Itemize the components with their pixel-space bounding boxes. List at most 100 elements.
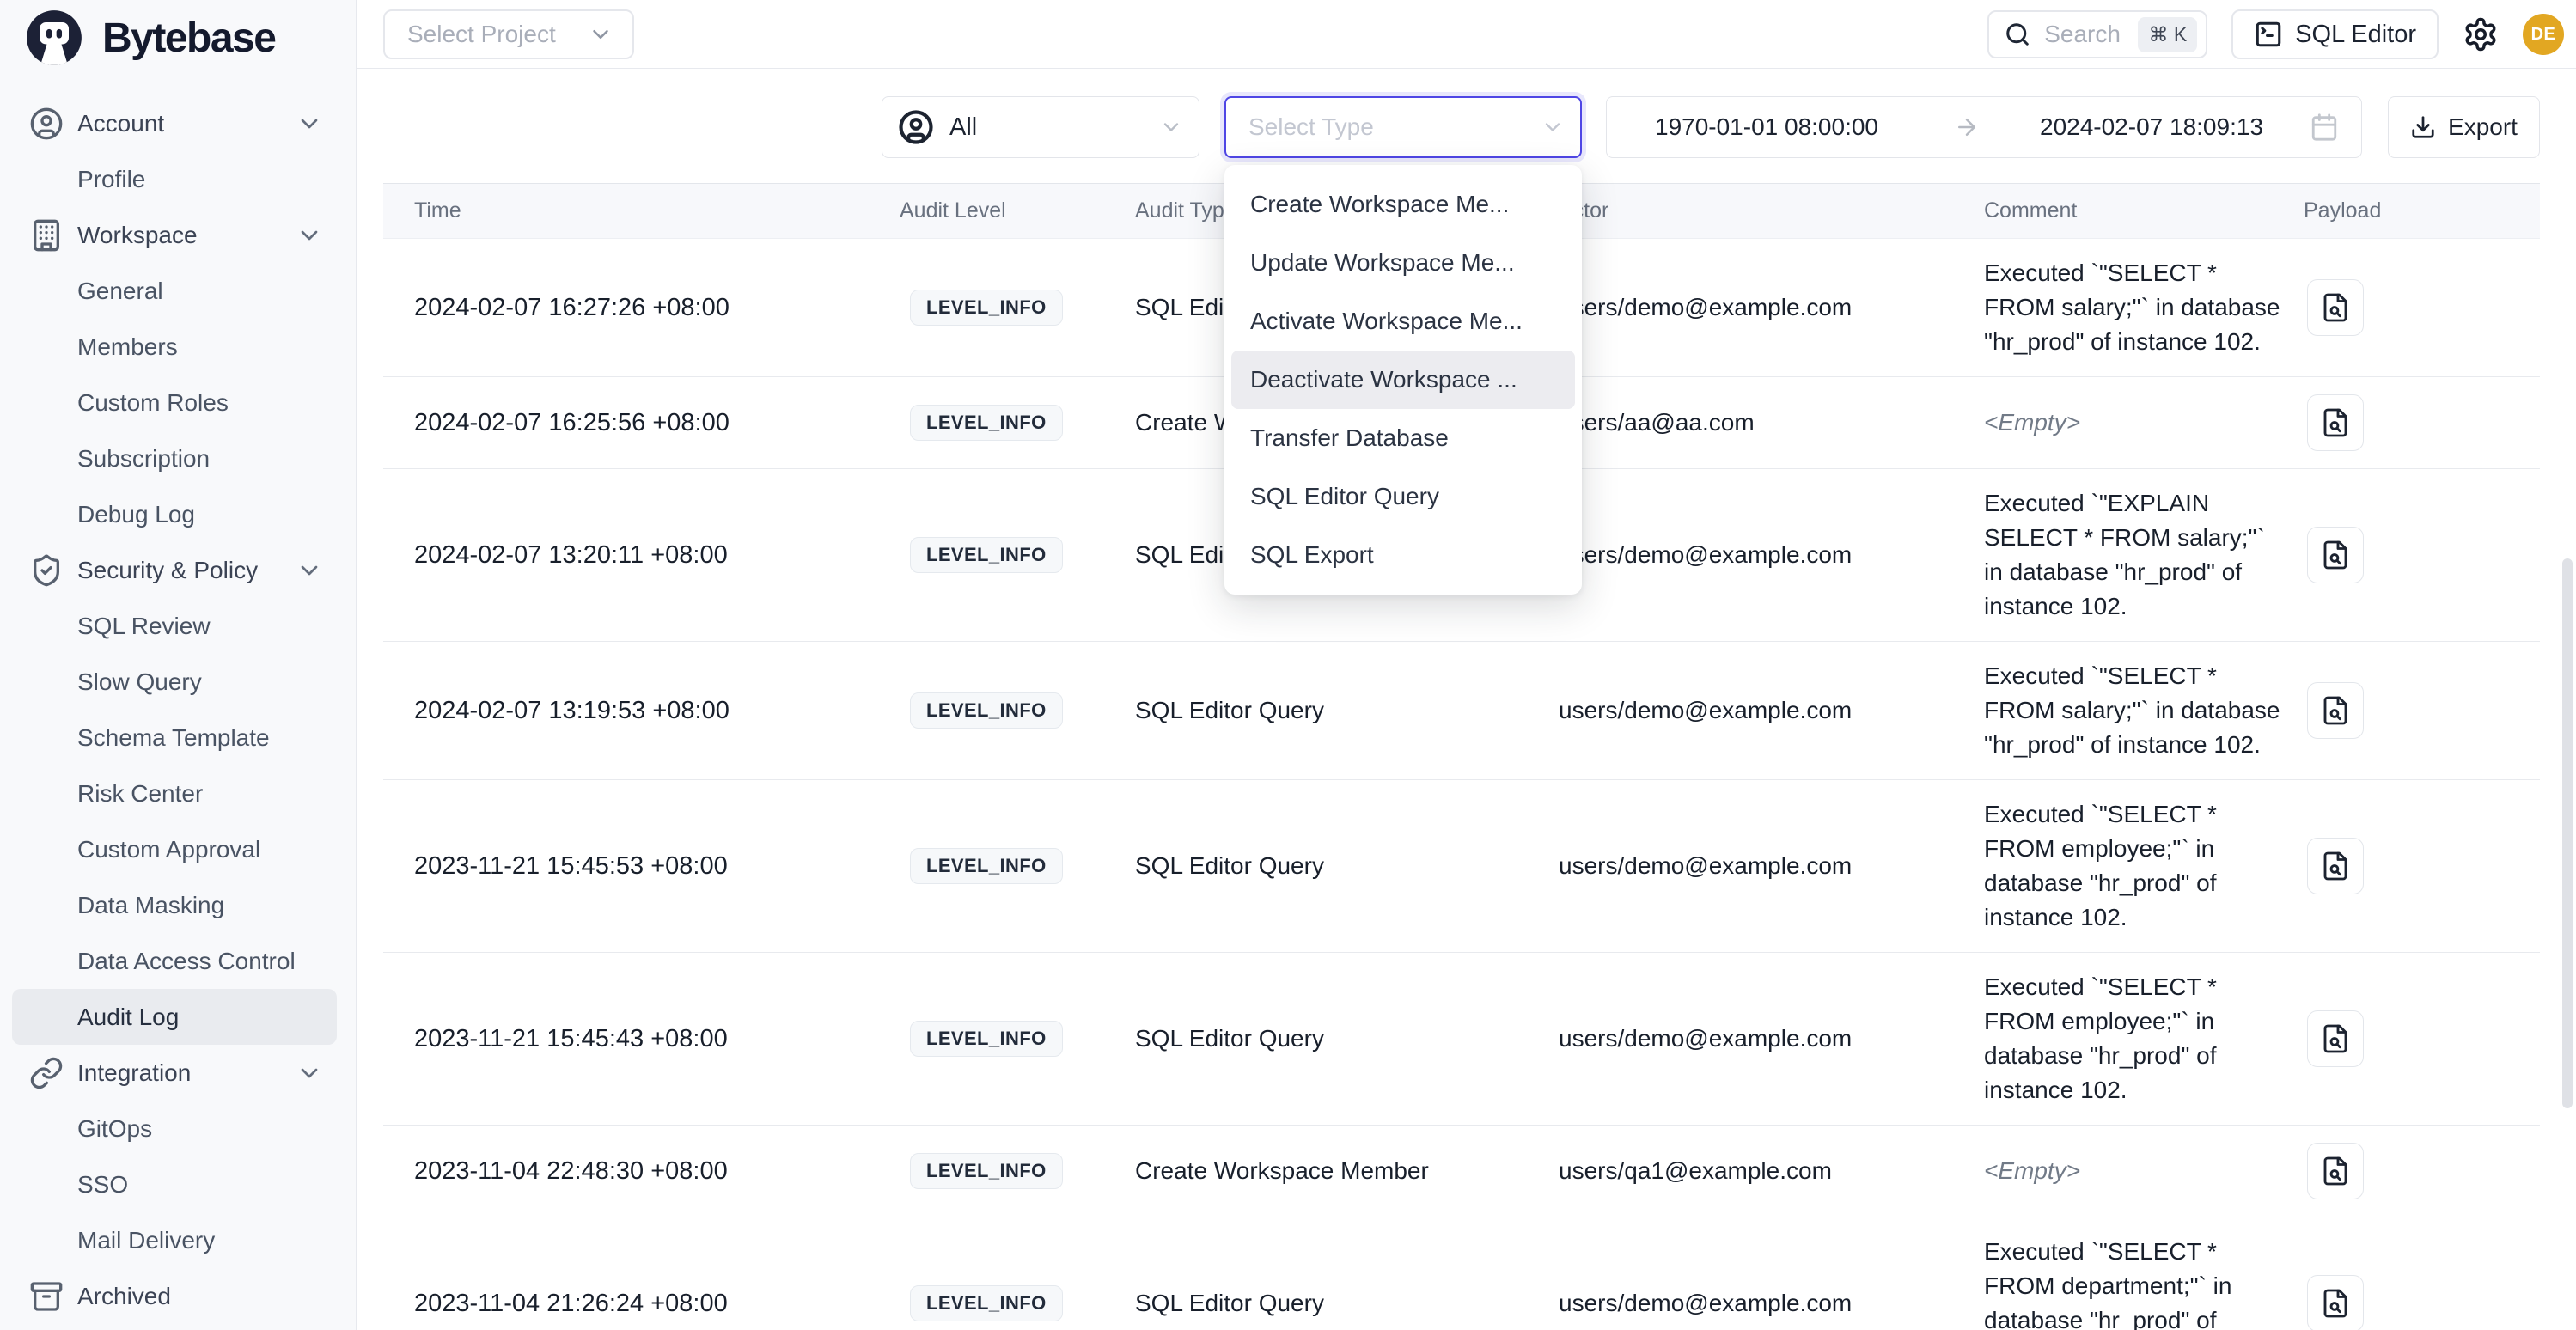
sidebar-item-custom-approval[interactable]: Custom Approval [0, 821, 356, 877]
sidebar-item-data-access-control[interactable]: Data Access Control [0, 933, 356, 989]
sidebar-item-sso[interactable]: SSO [0, 1156, 356, 1212]
audit-time: 2023-11-21 15:45:43 +08:00 [383, 1025, 900, 1053]
table-row: 2023-11-04 21:26:24 +08:00 LEVEL_INFO SQ… [383, 1217, 2540, 1330]
sidebar-item-members[interactable]: Members [0, 319, 356, 375]
topbar-actions: Search ⌘ K SQL Editor DE [1987, 9, 2564, 59]
audit-comment: <Empty> [1984, 406, 2286, 440]
sql-editor-label: SQL Editor [2295, 21, 2416, 49]
sidebar-item-account[interactable]: Account [0, 95, 356, 151]
sidebar-item-integration[interactable]: Integration [0, 1045, 356, 1101]
audit-time: 2023-11-04 22:48:30 +08:00 [383, 1157, 900, 1186]
file-search-icon [2320, 695, 2351, 726]
member-filter-select[interactable]: All [882, 96, 1199, 158]
sidebar-item-profile[interactable]: Profile [0, 151, 356, 207]
sidebar-item-data-masking[interactable]: Data Masking [0, 877, 356, 933]
project-select-placeholder: Select Project [407, 21, 556, 48]
view-payload-button[interactable] [2307, 682, 2364, 739]
menu-item-deactivate-workspace-member[interactable]: Deactivate Workspace ... [1231, 351, 1575, 409]
audit-comment: Executed `"SELECT * FROM department;"` i… [1984, 1235, 2286, 1330]
view-payload-button[interactable] [2307, 527, 2364, 583]
audit-time: 2024-02-07 16:25:56 +08:00 [383, 409, 900, 437]
date-range-end: 2024-02-07 18:09:13 [2040, 113, 2263, 141]
sidebar-item-label: Debug Log [77, 501, 195, 528]
audit-actor: users/demo@example.com [1559, 1025, 1984, 1052]
audit-comment: Executed `"SELECT * FROM employee;"` in … [1984, 797, 2286, 935]
sidebar-item-mail-delivery[interactable]: Mail Delivery [0, 1212, 356, 1268]
sidebar-item-risk-center[interactable]: Risk Center [0, 766, 356, 821]
menu-item-transfer-database[interactable]: Transfer Database [1224, 409, 1582, 467]
sidebar-item-label: Custom Roles [77, 389, 229, 417]
sidebar-item-label: Archived [77, 1283, 171, 1310]
sidebar-item-label: Slow Query [77, 668, 202, 696]
sidebar-item-label: Account [77, 110, 164, 137]
sql-editor-button[interactable]: SQL Editor [2231, 9, 2439, 59]
audit-time: 2024-02-07 16:27:26 +08:00 [383, 294, 900, 322]
shield-check-icon [29, 553, 64, 588]
view-payload-button[interactable] [2307, 279, 2364, 336]
user-circle-icon [29, 107, 64, 141]
view-payload-button[interactable] [2307, 1143, 2364, 1199]
bytebase-app: Bytebase Account Profile Workspace Gener… [0, 0, 2576, 1330]
audit-level-badge: LEVEL_INFO [910, 1153, 1063, 1189]
sidebar-item-custom-roles[interactable]: Custom Roles [0, 375, 356, 430]
view-payload-button[interactable] [2307, 394, 2364, 451]
topbar: Select Project Search ⌘ K SQL Editor DE [357, 0, 2576, 69]
chevron-down-icon [588, 21, 613, 47]
date-range-start: 1970-01-01 08:00:00 [1655, 113, 1878, 141]
sidebar-item-archived[interactable]: Archived [0, 1268, 356, 1324]
file-search-icon [2320, 1288, 2351, 1319]
audit-actor: users/demo@example.com [1559, 697, 1984, 724]
column-header-comment: Comment [1984, 198, 2297, 223]
sidebar-item-audit-log[interactable]: Audit Log [12, 989, 337, 1045]
bytebase-logo[interactable]: Bytebase [25, 9, 275, 67]
sidebar-item-security-policy[interactable]: Security & Policy [0, 542, 356, 598]
view-payload-button[interactable] [2307, 1010, 2364, 1067]
search-icon [2005, 21, 2030, 47]
export-button[interactable]: Export [2388, 96, 2540, 158]
sidebar-item-general[interactable]: General [0, 263, 356, 319]
audit-level-badge: LEVEL_INFO [910, 290, 1063, 326]
file-search-icon [2320, 540, 2351, 570]
type-filter-select[interactable]: Select Type [1224, 96, 1582, 158]
menu-item-activate-workspace-member[interactable]: Activate Workspace Me... [1224, 292, 1582, 351]
sidebar-item-label: Mail Delivery [77, 1227, 215, 1254]
sidebar-item-workspace[interactable]: Workspace [0, 207, 356, 263]
sidebar-item-debug-log[interactable]: Debug Log [0, 486, 356, 542]
menu-item-sql-editor-query[interactable]: SQL Editor Query [1224, 467, 1582, 526]
settings-gear-icon[interactable] [2463, 16, 2499, 52]
date-range-picker[interactable]: 1970-01-01 08:00:00 2024-02-07 18:09:13 [1606, 96, 2362, 158]
bytebase-logo-icon [25, 9, 83, 67]
sidebar-item-sql-review[interactable]: SQL Review [0, 598, 356, 654]
sidebar-item-label: Audit Log [77, 1004, 179, 1031]
project-select[interactable]: Select Project [383, 9, 634, 59]
sidebar-item-slow-query[interactable]: Slow Query [0, 654, 356, 710]
sidebar-item-label: Data Access Control [77, 948, 296, 975]
file-search-icon [2320, 1023, 2351, 1054]
audit-time: 2023-11-04 21:26:24 +08:00 [383, 1290, 900, 1318]
user-avatar[interactable]: DE [2523, 14, 2564, 55]
view-payload-button[interactable] [2307, 838, 2364, 894]
sidebar-item-schema-template[interactable]: Schema Template [0, 710, 356, 766]
file-search-icon [2320, 1156, 2351, 1187]
sidebar-item-gitops[interactable]: GitOps [0, 1101, 356, 1156]
search-input[interactable]: Search ⌘ K [1987, 10, 2207, 58]
sidebar-item-label: Profile [77, 166, 145, 193]
column-header-actor: Actor [1559, 198, 1984, 223]
vertical-scrollbar-thumb[interactable] [2562, 558, 2573, 1108]
menu-item-update-workspace-member[interactable]: Update Workspace Me... [1224, 234, 1582, 292]
building-icon [29, 218, 64, 253]
sidebar-item-subscription[interactable]: Subscription [0, 430, 356, 486]
menu-item-create-workspace-member[interactable]: Create Workspace Me... [1224, 175, 1582, 234]
sidebar-nav: Account Profile Workspace General Member… [0, 95, 356, 1324]
audit-comment: Executed `"EXPLAIN SELECT * FROM salary;… [1984, 486, 2286, 624]
audit-actor: users/qa1@example.com [1559, 1157, 1984, 1185]
member-icon [898, 109, 934, 145]
audit-comment: Executed `"SELECT * FROM employee;"` in … [1984, 970, 2286, 1107]
audit-level-badge: LEVEL_INFO [910, 537, 1063, 573]
sidebar-item-label: Data Masking [77, 892, 224, 919]
menu-item-sql-export[interactable]: SQL Export [1224, 526, 1582, 584]
view-payload-button[interactable] [2307, 1275, 2364, 1330]
sidebar-item-label: SSO [77, 1171, 128, 1199]
file-search-icon [2320, 407, 2351, 438]
sidebar-item-label: Security & Policy [77, 557, 258, 584]
